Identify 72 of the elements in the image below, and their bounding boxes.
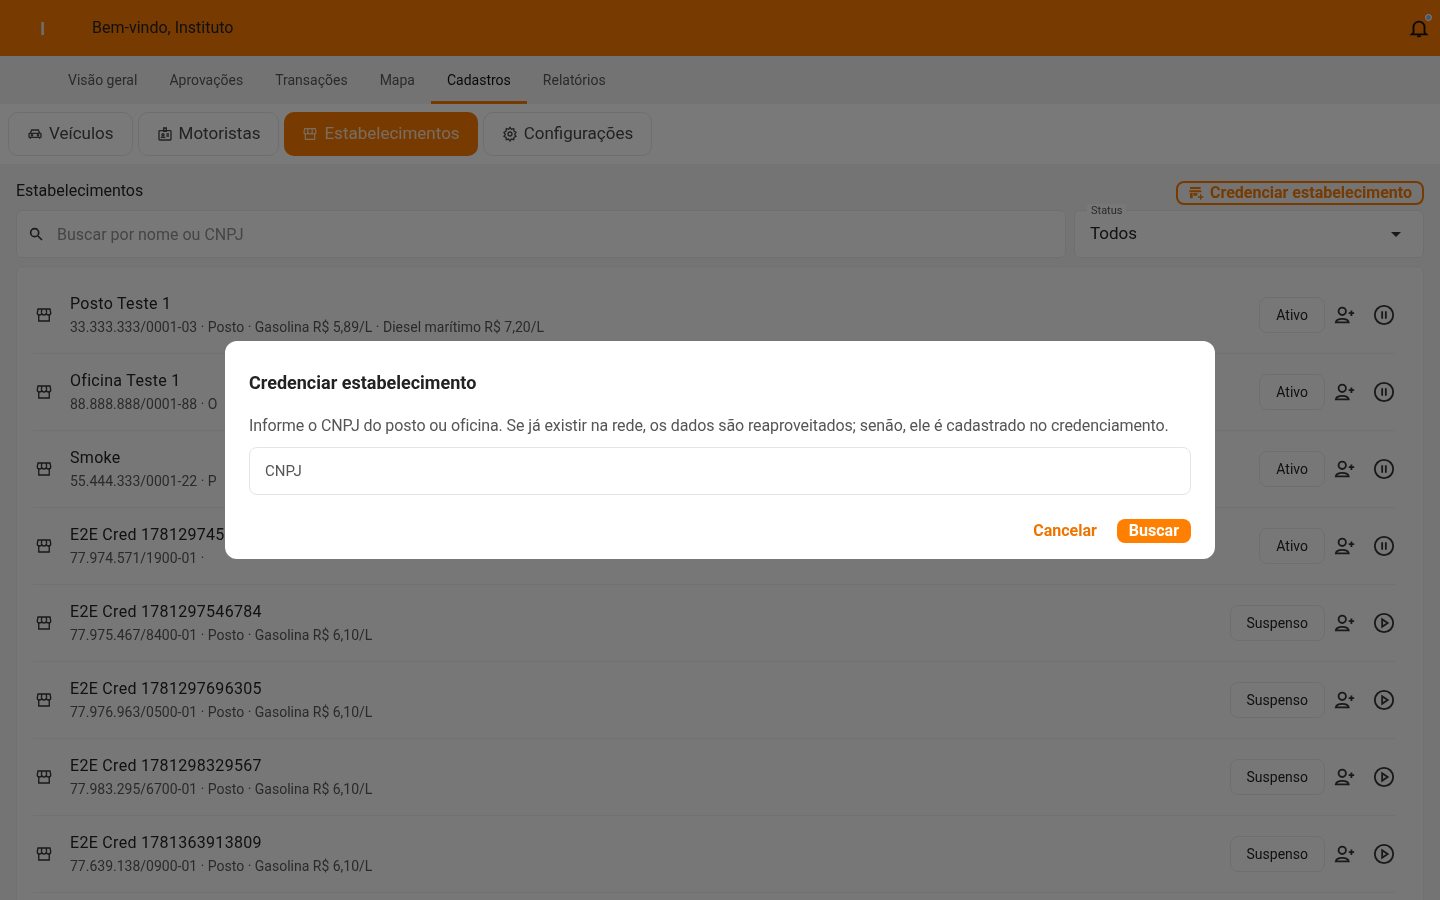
caret-icon	[1391, 232, 1401, 237]
establishment-name: Smoke	[70, 447, 121, 469]
establishment-name: E2E Cred 1781298329567	[70, 755, 262, 777]
cancel-button[interactable]: Cancelar	[1033, 519, 1097, 543]
storefront-icon	[35, 383, 53, 401]
storefront-icon	[35, 460, 53, 478]
dialog-title: Credenciar estabelecimento	[249, 371, 478, 395]
nav-tab[interactable]: Transações	[259, 56, 364, 104]
play-circle-icon[interactable]	[1373, 612, 1395, 634]
nav-tab[interactable]: Relatórios	[526, 56, 622, 104]
search-icon	[28, 226, 44, 242]
status-chip[interactable]: Ativo	[1259, 451, 1325, 487]
section-title: Estabelecimentos	[16, 180, 144, 202]
logo-mark: I	[40, 16, 46, 41]
storefront-icon	[35, 691, 53, 709]
status-chip[interactable]: Suspenso	[1229, 836, 1325, 872]
add-person-icon[interactable]	[1333, 612, 1357, 634]
add-person-icon[interactable]	[1333, 843, 1357, 865]
category-tab[interactable]: Configurações	[482, 112, 653, 156]
add-person-icon[interactable]	[1333, 535, 1357, 557]
status-chip[interactable]: Ativo	[1259, 528, 1325, 564]
establishment-name: E2E Cred 1781363913809	[70, 832, 262, 854]
nav-tab[interactable]: Visão geral	[52, 56, 154, 104]
establishment-name: E2E Cred 1781297696305	[70, 678, 262, 700]
badge-icon	[156, 126, 173, 142]
storefront-icon	[302, 126, 319, 142]
establishment-name: Oficina Teste 1	[70, 370, 181, 392]
nav-tab[interactable]: Aprovações	[153, 56, 260, 104]
establishment-name: Posto Teste 1	[70, 293, 172, 315]
pause-circle-icon[interactable]	[1373, 381, 1395, 403]
play-circle-icon[interactable]	[1373, 766, 1395, 788]
status-chip[interactable]: Suspenso	[1229, 682, 1325, 718]
establishment-details: 33.333.333/0001-03 · Posto · Gasolina R$ 5,89/L · Diesel marítimo R$ 7,20/L	[70, 318, 544, 337]
pause-circle-icon[interactable]	[1373, 304, 1395, 326]
nav-tab[interactable]: Mapa	[363, 56, 431, 104]
add-person-icon[interactable]	[1333, 766, 1357, 788]
storefront-icon	[35, 845, 53, 863]
status-chip[interactable]: Suspenso	[1229, 605, 1325, 641]
add-person-icon[interactable]	[1333, 458, 1357, 480]
status-chip[interactable]: Ativo	[1259, 374, 1325, 410]
establishment-details: 77.983.295/6700-01 · Posto · Gasolina R$ 6,10/L	[70, 780, 373, 799]
dialog-text: Informe o CNPJ do posto ou oficina. Se já existir na rede, os dados são reaproveitados; senão, ele é cadastrado no credenciamento.	[249, 415, 1170, 437]
establishment-details: 77.974.571/1900-01 ·	[70, 549, 205, 568]
car-icon	[27, 126, 43, 142]
storefront-icon	[35, 537, 53, 555]
establishment-details: 77.639.138/0900-01 · Posto · Gasolina R$ 6,10/L	[70, 857, 373, 876]
notification-bell-icon[interactable]	[1408, 16, 1430, 40]
credenciar-button[interactable]: Credenciar estabelecimento	[1175, 181, 1424, 205]
storefront-icon	[35, 768, 53, 786]
category-tab[interactable]: Veículos	[8, 112, 133, 156]
search-button[interactable]: Buscar	[1116, 519, 1191, 543]
status-chip[interactable]: Ativo	[1259, 297, 1325, 333]
greeting: Bem-vindo, Instituto	[92, 17, 234, 39]
add-person-icon[interactable]	[1333, 381, 1357, 403]
establishment-name: E2E Cred 178129745	[70, 524, 225, 546]
storefront-icon	[35, 614, 53, 632]
add-person-icon[interactable]	[1333, 689, 1357, 711]
category-tab[interactable]: Motoristas	[137, 112, 280, 156]
add-person-icon[interactable]	[1333, 304, 1357, 326]
establishment-details: 77.976.963/0500-01 · Posto · Gasolina R$ 6,10/L	[70, 703, 373, 722]
play-circle-icon[interactable]	[1373, 689, 1395, 711]
pause-circle-icon[interactable]	[1373, 458, 1395, 480]
gear-icon	[501, 126, 518, 142]
establishment-details: 55.444.333/0001-22 · P	[70, 472, 217, 491]
play-circle-icon[interactable]	[1373, 843, 1395, 865]
establishment-details: 77.975.467/8400-01 · Posto · Gasolina R$ 6,10/L	[70, 626, 373, 645]
establishment-name: E2E Cred 1781297546784	[70, 601, 262, 623]
pause-circle-icon[interactable]	[1373, 535, 1395, 557]
establishment-details: 88.888.888/0001-88 · O	[70, 395, 218, 414]
status-chip[interactable]: Suspenso	[1229, 759, 1325, 795]
storefront-icon	[35, 306, 53, 324]
cnpj-field[interactable]: CNPJ	[249, 447, 1191, 495]
